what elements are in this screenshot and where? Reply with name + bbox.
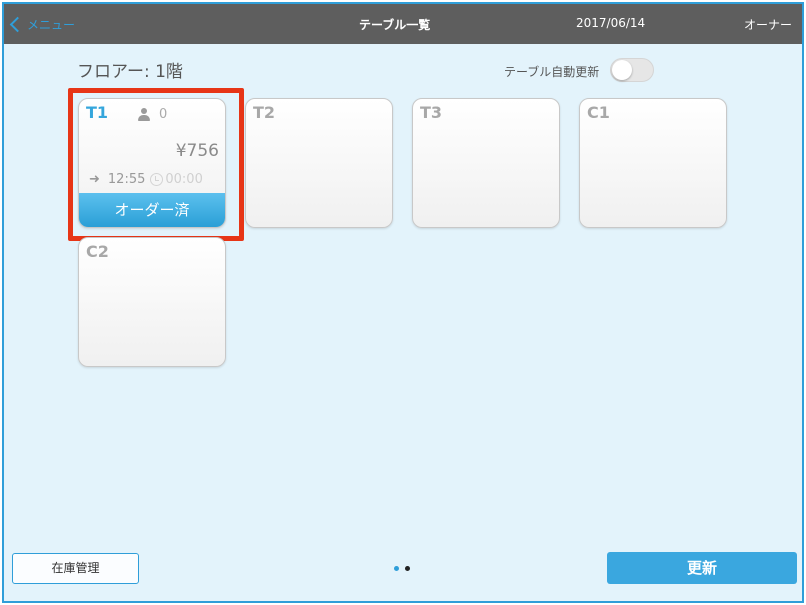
chevron-left-icon xyxy=(9,16,26,32)
auto-update-label: テーブル自動更新 xyxy=(504,65,600,79)
page-indicator[interactable] xyxy=(394,566,410,571)
header-bar: メニュー テーブル一覧 2017/06/14 オーナー xyxy=(4,4,802,44)
auto-update-toggle[interactable] xyxy=(610,58,654,82)
back-label: メニュー xyxy=(27,17,76,32)
floor-label: フロアー: 1階 xyxy=(77,62,183,82)
table-card-c1[interactable]: C1 xyxy=(579,98,727,228)
table-name: C2 xyxy=(86,242,109,261)
page-dot[interactable] xyxy=(405,566,410,571)
selection-highlight xyxy=(68,88,244,241)
app-frame: メニュー テーブル一覧 2017/06/14 オーナー フロアー: 1階 テーブ… xyxy=(2,2,804,603)
user-role[interactable]: オーナー xyxy=(744,16,792,33)
table-name: T2 xyxy=(253,103,276,122)
table-card-t3[interactable]: T3 xyxy=(412,98,560,228)
back-button[interactable]: メニュー xyxy=(8,14,75,34)
page-dot-active[interactable] xyxy=(394,566,399,571)
page-title: テーブル一覧 xyxy=(359,18,431,32)
table-name: C1 xyxy=(587,103,610,122)
table-name: T3 xyxy=(420,103,443,122)
inventory-button[interactable]: 在庫管理 xyxy=(12,553,139,584)
refresh-button[interactable]: 更新 xyxy=(607,552,797,584)
table-card-c2[interactable]: C2 xyxy=(78,237,226,367)
current-date: 2017/06/14 xyxy=(576,16,646,30)
toggle-knob xyxy=(612,60,632,80)
table-card-t2[interactable]: T2 xyxy=(245,98,393,228)
